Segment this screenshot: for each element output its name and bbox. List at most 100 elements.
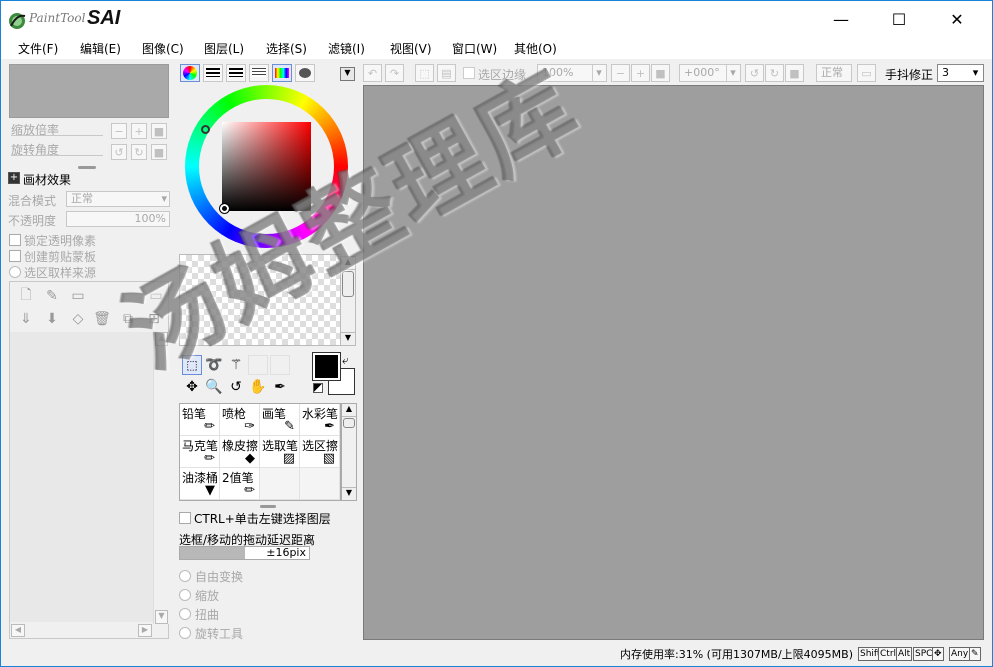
menu-edit[interactable]: 编辑(E)	[80, 40, 121, 57]
brush-binary-pen[interactable]: 2值笔 ✏	[220, 468, 260, 500]
primary-color-swatch[interactable]	[312, 352, 341, 381]
angle-select[interactable]: +000° ▾	[679, 64, 741, 82]
zoom-fit-icon[interactable]: ■	[651, 64, 670, 82]
brush-empty-slot[interactable]	[300, 468, 340, 500]
brush-bucket[interactable]: 油漆桶 ▼	[180, 468, 220, 500]
menu-filter[interactable]: 滤镜(I)	[328, 40, 365, 57]
menu-layer[interactable]: 图层(L)	[204, 40, 244, 57]
brush-brush[interactable]: 画笔 ✎	[260, 404, 300, 436]
new-folder-icon[interactable]: ▭	[68, 286, 88, 306]
color-panel-dropdown-icon[interactable]: ▼	[340, 67, 355, 81]
selection-source-label: 选区取样来源	[24, 266, 97, 280]
blend-mode-select[interactable]: 正常 ▾	[66, 191, 170, 207]
swap-colors-icon[interactable]: ⤶	[342, 353, 349, 368]
hue-marker[interactable]	[201, 125, 210, 134]
panel-splitter[interactable]	[260, 505, 276, 508]
minimize-button[interactable]: —	[818, 1, 864, 37]
scroll-down-icon[interactable]: ▼	[342, 487, 356, 500]
undo-icon[interactable]: ↶	[363, 64, 382, 82]
lock-transparency-checkbox[interactable]	[9, 234, 21, 246]
drag-delay-slider[interactable]: ±16pix	[179, 546, 310, 560]
scroll-down-icon[interactable]: ▼	[155, 610, 168, 624]
deselect-icon[interactable]: ⬚	[415, 64, 434, 82]
brush-empty-slot[interactable]	[260, 468, 300, 500]
menu-select[interactable]: 选择(S)	[266, 40, 307, 57]
clear-layer-icon[interactable]: ◇	[68, 309, 88, 329]
distort-radio[interactable]	[179, 608, 191, 620]
view-mode-button[interactable]: 正常	[816, 64, 852, 82]
rotate-cw-icon[interactable]: ↻	[765, 64, 784, 82]
rgb-slider-tab[interactable]	[203, 64, 223, 82]
brush-watercolor[interactable]: 水彩笔 ✒	[300, 404, 340, 436]
rotate-left-button[interactable]: ↺	[111, 144, 127, 160]
watercolor-icon: ✒	[324, 419, 335, 434]
scale-radio[interactable]	[179, 589, 191, 601]
texture-effect-label[interactable]: 画材效果	[23, 171, 71, 188]
transfer-down-icon[interactable]: ⇓	[16, 309, 36, 329]
rotate-ccw-icon[interactable]: ↺	[745, 64, 764, 82]
layer-hscrollbar[interactable]: ◀ ▶	[10, 624, 168, 638]
brush-pencil[interactable]: 铅笔 ✏	[180, 404, 220, 436]
brush-eraser[interactable]: 橡皮擦 ◆	[220, 436, 260, 468]
scroll-thumb[interactable]	[343, 418, 355, 428]
clipping-checkbox[interactable]	[9, 250, 21, 262]
opacity-slider[interactable]: 100%	[66, 211, 170, 227]
rotate-right-button[interactable]: ↻	[131, 144, 147, 160]
zoom-in-icon[interactable]: +	[631, 64, 650, 82]
close-button[interactable]: ✕	[934, 1, 980, 37]
brush-select-eraser[interactable]: 选区擦 ▧	[300, 436, 340, 468]
hsv-slider-tab[interactable]	[226, 64, 246, 82]
zoom-icon[interactable]: 🔍	[204, 377, 224, 397]
layer-list-area[interactable]	[10, 332, 154, 622]
delete-layer-icon[interactable]: 🗑	[92, 309, 112, 329]
zoom-out-icon[interactable]: −	[611, 64, 630, 82]
hand-icon[interactable]: ✋	[248, 377, 268, 397]
ctrl-select-layer-checkbox[interactable]	[179, 512, 191, 524]
scroll-down-icon[interactable]: ▼	[341, 332, 355, 345]
eyedropper-icon[interactable]: ✒	[270, 377, 290, 397]
selection-source-radio[interactable]	[9, 266, 21, 278]
brush-marker[interactable]: 马克笔 ✏	[180, 436, 220, 468]
maximize-button[interactable]: ☐	[876, 1, 922, 37]
transparent-color-icon[interactable]	[313, 383, 323, 393]
new-layer-icon[interactable]: 🗋	[16, 286, 36, 306]
navigator-preview[interactable]	[9, 64, 169, 118]
stabilizer-select[interactable]: 3 ▾	[937, 64, 984, 82]
scroll-right-icon[interactable]: ▶	[138, 624, 152, 637]
menu-image[interactable]: 图像(C)	[142, 40, 184, 57]
expand-plus-icon[interactable]: +	[8, 172, 20, 184]
brush-icon: ✎	[284, 419, 295, 434]
bucket-icon: ▼	[205, 483, 215, 498]
color-wheel-tab[interactable]	[180, 64, 200, 82]
brush-label: 铅笔	[182, 407, 207, 421]
rotate-reset-button[interactable]: ■	[151, 144, 167, 160]
panel-splitter[interactable]	[78, 166, 96, 169]
rotate-reset-icon[interactable]: ■	[785, 64, 804, 82]
free-transform-label: 自由变换	[195, 570, 244, 584]
flip-view-icon[interactable]: ▭	[857, 64, 876, 82]
menu-file[interactable]: 文件(F)	[18, 40, 58, 57]
free-transform-radio[interactable]	[179, 570, 191, 582]
brush-select-pen[interactable]: 选取笔 ▨	[260, 436, 300, 468]
zoom-out-button[interactable]: −	[111, 123, 127, 139]
zoom-in-button[interactable]: +	[131, 123, 147, 139]
rotate-tool-radio[interactable]	[179, 627, 191, 639]
zoom-reset-button[interactable]: ■	[151, 123, 167, 139]
swatches-tab[interactable]	[272, 64, 292, 82]
brush-airbrush[interactable]: 喷枪 ✑	[220, 404, 260, 436]
redo-icon[interactable]: ↷	[385, 64, 404, 82]
scroll-up-icon[interactable]: ▲	[342, 404, 356, 417]
zoom-slider[interactable]	[11, 135, 103, 136]
menu-view[interactable]: 视图(V)	[390, 40, 432, 57]
merge-down-icon[interactable]: ⬇	[42, 309, 62, 329]
chevron-down-icon: ▾	[726, 65, 739, 81]
brush-label: 画笔	[262, 407, 287, 421]
rotate-view-icon[interactable]: ↺	[226, 377, 246, 397]
new-linework-layer-icon[interactable]: ✎	[42, 286, 62, 306]
scratchpad-tab[interactable]	[295, 64, 315, 82]
rotate-slider[interactable]	[11, 155, 103, 156]
scroll-left-icon[interactable]: ◀	[11, 624, 25, 637]
stabilizer-label: 手抖修正	[885, 68, 934, 82]
mixer-tab[interactable]	[249, 64, 269, 82]
brush-scrollbar[interactable]: ▲ ▼	[341, 403, 357, 501]
